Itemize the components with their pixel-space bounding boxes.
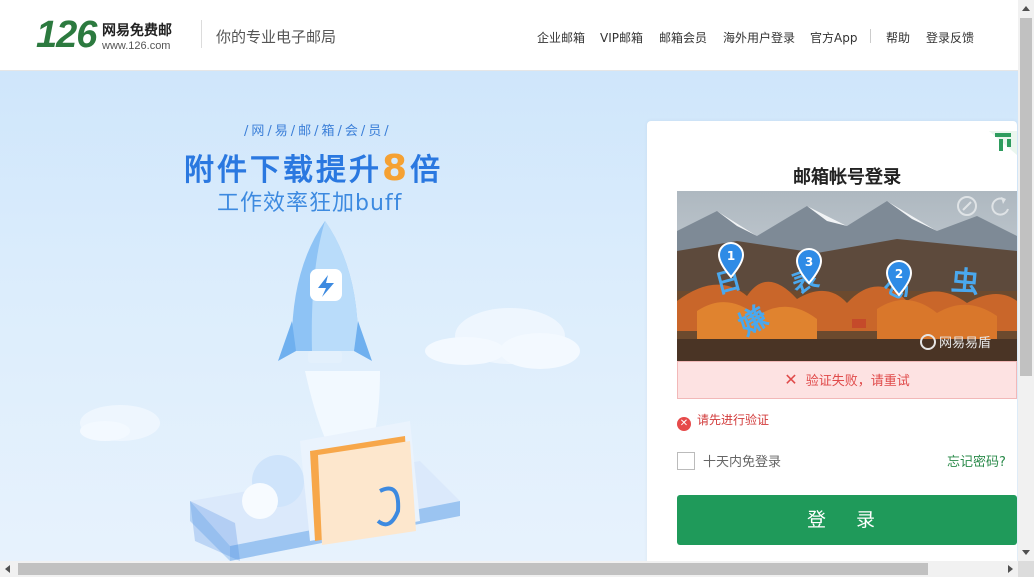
remember-checkbox[interactable] [677,452,695,470]
horizontal-scroll-thumb[interactable] [18,563,928,575]
logo-name[interactable]: 网易免费邮 [102,20,172,40]
login-button[interactable]: 登 录 [677,495,1017,545]
nav-help[interactable]: 帮助 [886,29,910,46]
nav-mail-member[interactable]: 邮箱会员 [659,29,707,46]
svg-text:3: 3 [805,255,813,269]
nav-overseas-login[interactable]: 海外用户登录 [723,29,795,46]
qr-code-icon[interactable] [989,131,1017,155]
forgot-password-link[interactable]: 忘记密码? [947,451,1006,470]
promo-headline-suffix: 倍 [410,153,444,188]
warning-x-icon: ✕ [677,417,691,431]
nav-vip-mail[interactable]: VIP邮箱 [600,29,643,46]
horizontal-scrollbar[interactable] [0,561,1018,577]
promo-tagline: /网/易/邮/箱/会/员/ [244,124,392,139]
captcha-image[interactable]: 日 嫌 表 心 虫 1 3 2 [677,191,1017,361]
login-title: 邮箱帐号登录 [793,167,901,188]
document-box-icon [190,421,460,561]
scrollbar-corner [1018,561,1034,577]
error-x-icon: ✕ [784,370,798,389]
header-divider [201,20,202,48]
scroll-up-icon[interactable] [1022,6,1030,11]
promo-headline: 附件下载提升8倍 [184,145,443,189]
remember-login[interactable]: 十天内免登录 [677,451,781,470]
captcha-error-banner: ✕ 验证失败，请重试 [677,361,1017,399]
promo-headline-text: 附件下载提升 [184,153,382,188]
remember-label[interactable]: 十天内免登录 [703,455,781,470]
top-header: 126 网易免费邮 www.126.com 你的专业电子邮局 企业邮箱 VIP邮… [0,0,1018,71]
svg-text:2: 2 [895,267,903,281]
rocket-box-illustration [80,221,580,561]
logo-url: www.126.com [102,40,171,52]
hero-banner: /网/易/邮/箱/会/员/ 附件下载提升8倍 工作效率狂加buff 邮箱帐号登录… [0,71,1018,561]
promo-number: 8 [382,148,411,189]
nav-login-feedback[interactable]: 登录反馈 [926,29,974,46]
svg-text:1: 1 [727,249,735,263]
nav-enterprise-mail[interactable]: 企业邮箱 [537,29,585,46]
vertical-scrollbar[interactable] [1018,0,1034,561]
login-card: 邮箱帐号登录 日 嫌 表 虫 1 3 2 网易易盾 ✕ 验证失败，请重试 ✕ 请… [647,121,1017,561]
nav-official-app[interactable]: 官方App [810,29,857,46]
scroll-left-icon[interactable] [5,565,10,573]
nav-separator [870,29,871,43]
svg-text:网易易盾: 网易易盾 [939,336,991,351]
captcha-error-text: 验证失败，请重试 [805,374,910,389]
slogan: 你的专业电子邮局 [216,28,337,46]
verify-warning-text: 请先进行验证 [697,413,770,427]
rocket-icon [278,221,372,363]
vertical-scroll-thumb[interactable] [1020,18,1032,376]
logo-number[interactable]: 126 [36,14,97,57]
captcha-char-5[interactable]: 虫 [950,264,981,299]
scroll-right-icon[interactable] [1008,565,1013,573]
verify-warning: ✕ 请先进行验证 [677,411,769,431]
scroll-down-icon[interactable] [1022,550,1030,555]
